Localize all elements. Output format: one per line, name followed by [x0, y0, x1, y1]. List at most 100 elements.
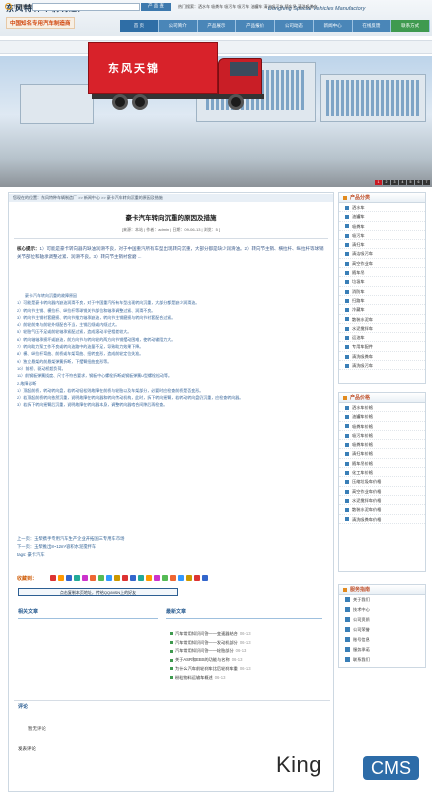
sidebar-item[interactable]: 清扫车价格 — [339, 449, 425, 459]
list-item[interactable]: 关于ASR和EBS的功能与名称 06-13 — [170, 656, 251, 665]
share-icon[interactable] — [114, 575, 120, 581]
article-link[interactable]: 汽车常用知识问答——变速器结合 — [175, 631, 238, 636]
list-item[interactable]: 汽车常用知识问答——变速器结合 06-13 — [170, 630, 251, 639]
share-icon[interactable] — [202, 575, 208, 581]
share-icon[interactable] — [106, 575, 112, 581]
sidebar-item[interactable]: 账号信息 — [339, 635, 425, 645]
list-item[interactable]: 汽车常用知识问答——轮胎部分 06-13 — [170, 647, 251, 656]
slide-dot[interactable]: 1 — [375, 180, 382, 185]
sidebar-item[interactable]: 压缩垃圾车价格 — [339, 477, 425, 487]
sidebar-item[interactable]: 吸污车价格 — [339, 431, 425, 441]
sidebar-item[interactable]: 清洗吸粪车价格 — [339, 515, 425, 524]
sidebar-item[interactable]: 散装水泥车价格 — [339, 505, 425, 515]
sidebar-item[interactable]: 随车吊价格 — [339, 459, 425, 469]
sidebar-item[interactable]: 关于我们 — [339, 595, 425, 605]
copy-url-button[interactable]: 点击复制本页地址，传给QQ/MSN上的好友 — [18, 588, 178, 596]
sidebar-item[interactable]: 公司资质 — [339, 615, 425, 625]
nav-contact[interactable]: 联系方式 — [391, 20, 430, 32]
sidebar-item[interactable]: 技术中心 — [339, 605, 425, 615]
article-link[interactable]: 汽车常用知识问答——轮胎部分 — [175, 648, 234, 653]
sidebar-item[interactable]: 联系我们 — [339, 655, 425, 665]
nav-products[interactable]: 产品展示 — [197, 20, 237, 32]
sidebar-heading: 产品分类 — [339, 193, 425, 203]
latest-articles-heading: 最新文章 — [166, 609, 187, 615]
list-item[interactable]: 汽车常用知识问答——发动机部分 06-13 — [170, 639, 251, 648]
sidebar-item[interactable]: 高空作业车 — [339, 259, 425, 269]
nav-news-center[interactable]: 新闻中心 — [313, 20, 353, 32]
sidebar-item[interactable]: 运油车 — [339, 333, 425, 343]
search-input[interactable] — [32, 3, 140, 11]
sidebar-item[interactable]: 化工车价格 — [339, 468, 425, 478]
article-link[interactable]: 汽车常用知识问答——发动机部分 — [175, 640, 238, 645]
sidebar-item[interactable]: 洒水车价格 — [339, 403, 425, 413]
list-item[interactable]: 为什么汽车前轮刹车比后轮刹车重 06-13 — [170, 665, 251, 674]
share-icon[interactable] — [82, 575, 88, 581]
share-icon[interactable] — [50, 575, 56, 581]
search-button[interactable]: 产 品 查 — [141, 3, 171, 11]
slide-dot[interactable]: 2 — [383, 180, 390, 185]
sidebar-item[interactable]: 扫路车 — [339, 296, 425, 306]
share-icon[interactable] — [98, 575, 104, 581]
share-icon[interactable] — [122, 575, 128, 581]
share-icon[interactable] — [66, 575, 72, 581]
slide-dot[interactable]: 4 — [399, 180, 406, 185]
article-link[interactable]: 粉粒物料运输车概述 — [175, 675, 213, 680]
sidebar-item[interactable]: 吸污车 — [339, 231, 425, 241]
share-icon[interactable] — [90, 575, 96, 581]
sidebar-item[interactable]: 洒水车 — [339, 203, 425, 213]
share-icon[interactable] — [130, 575, 136, 581]
share-icon[interactable] — [178, 575, 184, 581]
divider — [166, 618, 322, 619]
sidebar-item[interactable]: 清洗吸粪车 — [339, 352, 425, 362]
sidebar-item[interactable]: 油罐车价格 — [339, 412, 425, 422]
sidebar-item[interactable]: 清洁吸污车 — [339, 249, 425, 259]
list-item[interactable]: 粉粒物料运输车概述 06-13 — [170, 674, 251, 683]
sidebar-item[interactable]: 清扫车 — [339, 240, 425, 250]
sidebar-item[interactable]: 油罐车 — [339, 212, 425, 222]
share-icon[interactable] — [170, 575, 176, 581]
sidebar-item[interactable]: 服务承诺 — [339, 645, 425, 655]
sidebar-item[interactable]: 专用车配件 — [339, 342, 425, 352]
share-icon[interactable] — [162, 575, 168, 581]
share-icon[interactable] — [138, 575, 144, 581]
nav-company-news[interactable]: 公司动态 — [275, 20, 314, 32]
sidebar-item[interactable]: 水泥搅拌车价格 — [339, 496, 425, 506]
sidebar-item[interactable]: 清洗吸污车 — [339, 361, 425, 371]
building-windows — [326, 80, 420, 116]
share-icon[interactable] — [194, 575, 200, 581]
article-link[interactable]: 关于ASR和EBS的功能与名称 — [175, 657, 230, 662]
sidebar-item[interactable]: 吸粪车价格 — [339, 422, 425, 431]
slide-dot[interactable]: 6 — [415, 180, 422, 185]
hot-search-words[interactable]: 热门搜索：洒水车 吸粪车 吸污车 吸污车 油罐车 清洁吸污车 随车吊 清洗吸粪车 — [178, 4, 318, 10]
sidebar-item[interactable]: 消防车 — [339, 287, 425, 296]
sidebar-item[interactable]: 吸粪车价格 — [339, 440, 425, 450]
sidebar-item[interactable]: 随车吊 — [339, 268, 425, 278]
share-icon[interactable] — [146, 575, 152, 581]
next-article-link[interactable]: 下一页：玉柴推出8~12m³容积水泥搅拌车 — [17, 543, 124, 551]
sidebar-item[interactable]: 吸粪车 — [339, 222, 425, 231]
sidebar-item[interactable]: 公司荣誉 — [339, 625, 425, 635]
share-icon[interactable] — [154, 575, 160, 581]
nav-home[interactable]: 首 页 — [120, 20, 159, 32]
nav-feedback[interactable]: 在线反馈 — [352, 20, 392, 32]
share-icon[interactable] — [74, 575, 80, 581]
article-date: 06-13 — [231, 657, 243, 663]
sidebar-item[interactable]: 高空作业车价格 — [339, 487, 425, 496]
article-link[interactable]: 为什么汽车前轮刹车比后轮刹车重 — [175, 666, 238, 671]
sidebar-item[interactable]: 水泥搅拌车 — [339, 324, 425, 334]
share-icon[interactable] — [58, 575, 64, 581]
nav-prices[interactable]: 产品报价 — [236, 20, 275, 32]
sidebar-product-categories: 产品分类 洒水车 油罐车 吸粪车 吸污车 清扫车 清洁吸污车 高空作业车 随车吊… — [338, 192, 426, 384]
article-tags[interactable]: tags: 豪卡汽车 — [17, 551, 124, 559]
sidebar-item[interactable]: 垃圾车 — [339, 277, 425, 287]
slide-dot[interactable]: 5 — [407, 180, 414, 185]
slide-dot[interactable]: 3 — [391, 180, 398, 185]
breadcrumb[interactable]: 您现在的位置：东风特种车辆制造厂 >> 新闻中心 >> 豪卡汽车转向沉重的原因及… — [9, 194, 333, 202]
share-icon[interactable] — [186, 575, 192, 581]
nav-about[interactable]: 公司简介 — [158, 20, 198, 32]
slide-dot[interactable]: 7 — [423, 180, 430, 185]
prev-article-link[interactable]: 上一页：玉柴携手专用汽车生产企业开拓国三专用车市场 — [17, 535, 124, 543]
sidebar-item[interactable]: 冷藏车 — [339, 305, 425, 315]
sidebar-item[interactable]: 散装水泥车 — [339, 315, 425, 324]
main-nav: 首 页 公司简介 产品展示 产品报价 公司动态 新闻中心 在线反馈 联系方式 — [120, 20, 430, 32]
